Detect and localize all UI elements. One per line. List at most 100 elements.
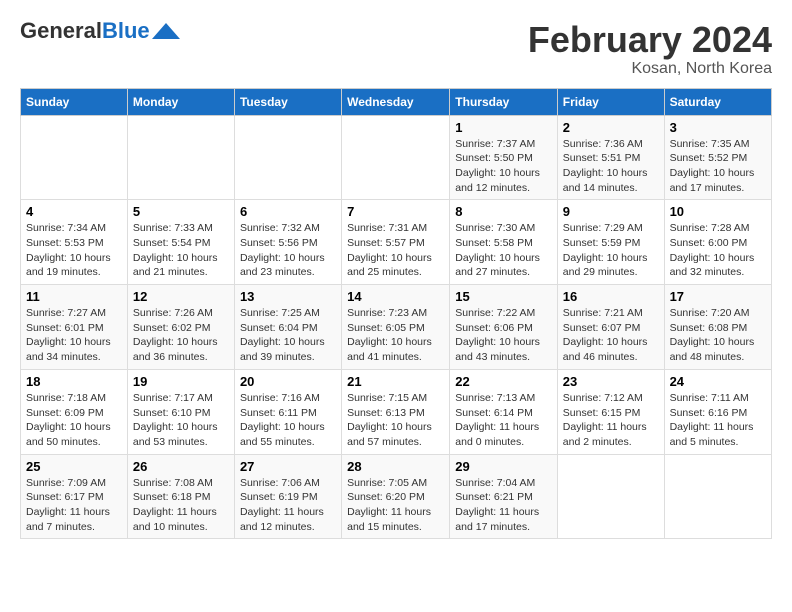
calendar-week-4: 25Sunrise: 7:09 AM Sunset: 6:17 PM Dayli…	[21, 454, 772, 539]
day-number: 26	[133, 459, 229, 474]
calendar-cell: 7 Sunrise: 7:31 AM Sunset: 5:57 PM Daylig…	[342, 200, 450, 285]
calendar-cell: 18 Sunrise: 7:18 AM Sunset: 6:09 PM Dayli…	[21, 369, 128, 454]
calendar-cell: 25Sunrise: 7:09 AM Sunset: 6:17 PM Dayli…	[21, 454, 128, 539]
day-number: 14	[347, 289, 444, 304]
page-header: GeneralBlue February 2024 Kosan, North K…	[20, 20, 772, 78]
calendar-cell: 28 Sunrise: 7:05 AM Sunset: 6:20 PM Dayli…	[342, 454, 450, 539]
day-number: 15	[455, 289, 552, 304]
calendar-cell: 11Sunrise: 7:27 AM Sunset: 6:01 PM Dayli…	[21, 285, 128, 370]
calendar-cell	[234, 115, 341, 200]
day-number: 20	[240, 374, 336, 389]
calendar-header-row: SundayMondayTuesdayWednesdayThursdayFrid…	[21, 88, 772, 115]
location-subtitle: Kosan, North Korea	[528, 60, 772, 78]
day-info: Sunrise: 7:36 AM Sunset: 5:51 PM Dayligh…	[563, 137, 659, 196]
day-number: 24	[670, 374, 766, 389]
day-number: 3	[670, 120, 766, 135]
calendar-cell	[21, 115, 128, 200]
calendar-cell: 20 Sunrise: 7:16 AM Sunset: 6:11 PM Dayli…	[234, 369, 341, 454]
day-number: 27	[240, 459, 336, 474]
day-info: Sunrise: 7:29 AM Sunset: 5:59 PM Dayligh…	[563, 221, 659, 280]
day-info: Sunrise: 7:12 AM Sunset: 6:15 PM Dayligh…	[563, 391, 659, 450]
day-info: Sunrise: 7:04 AM Sunset: 6:21 PM Dayligh…	[455, 476, 552, 535]
calendar-cell: 13 Sunrise: 7:25 AM Sunset: 6:04 PM Dayli…	[234, 285, 341, 370]
month-title-area: February 2024 Kosan, North Korea	[528, 20, 772, 78]
calendar-cell: 6 Sunrise: 7:32 AM Sunset: 5:56 PM Daylig…	[234, 200, 341, 285]
day-number: 29	[455, 459, 552, 474]
calendar-cell: 17 Sunrise: 7:20 AM Sunset: 6:08 PM Dayli…	[664, 285, 771, 370]
day-number: 2	[563, 120, 659, 135]
day-info: Sunrise: 7:35 AM Sunset: 5:52 PM Dayligh…	[670, 137, 766, 196]
day-number: 5	[133, 204, 229, 219]
day-number: 19	[133, 374, 229, 389]
calendar-cell: 2 Sunrise: 7:36 AM Sunset: 5:51 PM Daylig…	[557, 115, 664, 200]
calendar-cell	[127, 115, 234, 200]
calendar-cell: 22Sunrise: 7:13 AM Sunset: 6:14 PM Dayli…	[450, 369, 558, 454]
day-info: Sunrise: 7:15 AM Sunset: 6:13 PM Dayligh…	[347, 391, 444, 450]
logo-icon	[152, 23, 180, 39]
day-info: Sunrise: 7:31 AM Sunset: 5:57 PM Dayligh…	[347, 221, 444, 280]
day-info: Sunrise: 7:08 AM Sunset: 6:18 PM Dayligh…	[133, 476, 229, 535]
day-info: Sunrise: 7:32 AM Sunset: 5:56 PM Dayligh…	[240, 221, 336, 280]
day-info: Sunrise: 7:26 AM Sunset: 6:02 PM Dayligh…	[133, 306, 229, 365]
day-info: Sunrise: 7:13 AM Sunset: 6:14 PM Dayligh…	[455, 391, 552, 450]
calendar-header-wednesday: Wednesday	[342, 88, 450, 115]
calendar-cell: 1 Sunrise: 7:37 AM Sunset: 5:50 PM Daylig…	[450, 115, 558, 200]
calendar-cell: 8Sunrise: 7:30 AM Sunset: 5:58 PM Daylig…	[450, 200, 558, 285]
calendar-cell: 23 Sunrise: 7:12 AM Sunset: 6:15 PM Dayli…	[557, 369, 664, 454]
day-info: Sunrise: 7:17 AM Sunset: 6:10 PM Dayligh…	[133, 391, 229, 450]
day-info: Sunrise: 7:16 AM Sunset: 6:11 PM Dayligh…	[240, 391, 336, 450]
day-info: Sunrise: 7:11 AM Sunset: 6:16 PM Dayligh…	[670, 391, 766, 450]
day-info: Sunrise: 7:18 AM Sunset: 6:09 PM Dayligh…	[26, 391, 122, 450]
calendar-cell: 27Sunrise: 7:06 AM Sunset: 6:19 PM Dayli…	[234, 454, 341, 539]
day-number: 18	[26, 374, 122, 389]
day-info: Sunrise: 7:22 AM Sunset: 6:06 PM Dayligh…	[455, 306, 552, 365]
day-info: Sunrise: 7:27 AM Sunset: 6:01 PM Dayligh…	[26, 306, 122, 365]
day-info: Sunrise: 7:28 AM Sunset: 6:00 PM Dayligh…	[670, 221, 766, 280]
calendar-body: 1 Sunrise: 7:37 AM Sunset: 5:50 PM Daylig…	[21, 115, 772, 539]
calendar-cell: 21 Sunrise: 7:15 AM Sunset: 6:13 PM Dayli…	[342, 369, 450, 454]
calendar-header-saturday: Saturday	[664, 88, 771, 115]
calendar-cell: 26 Sunrise: 7:08 AM Sunset: 6:18 PM Dayli…	[127, 454, 234, 539]
day-number: 25	[26, 459, 122, 474]
day-info: Sunrise: 7:33 AM Sunset: 5:54 PM Dayligh…	[133, 221, 229, 280]
logo-text: GeneralBlue	[20, 20, 150, 42]
calendar-table: SundayMondayTuesdayWednesdayThursdayFrid…	[20, 88, 772, 540]
calendar-cell: 12Sunrise: 7:26 AM Sunset: 6:02 PM Dayli…	[127, 285, 234, 370]
day-number: 28	[347, 459, 444, 474]
day-number: 13	[240, 289, 336, 304]
calendar-header-friday: Friday	[557, 88, 664, 115]
day-number: 8	[455, 204, 552, 219]
day-number: 7	[347, 204, 444, 219]
day-number: 17	[670, 289, 766, 304]
calendar-header-thursday: Thursday	[450, 88, 558, 115]
calendar-week-3: 18 Sunrise: 7:18 AM Sunset: 6:09 PM Dayli…	[21, 369, 772, 454]
calendar-cell: 16Sunrise: 7:21 AM Sunset: 6:07 PM Dayli…	[557, 285, 664, 370]
calendar-header-monday: Monday	[127, 88, 234, 115]
calendar-cell	[664, 454, 771, 539]
calendar-header-tuesday: Tuesday	[234, 88, 341, 115]
day-number: 23	[563, 374, 659, 389]
calendar-cell: 15 Sunrise: 7:22 AM Sunset: 6:06 PM Dayli…	[450, 285, 558, 370]
day-info: Sunrise: 7:37 AM Sunset: 5:50 PM Dayligh…	[455, 137, 552, 196]
day-info: Sunrise: 7:34 AM Sunset: 5:53 PM Dayligh…	[26, 221, 122, 280]
day-number: 6	[240, 204, 336, 219]
calendar-cell: 14 Sunrise: 7:23 AM Sunset: 6:05 PM Dayli…	[342, 285, 450, 370]
day-info: Sunrise: 7:25 AM Sunset: 6:04 PM Dayligh…	[240, 306, 336, 365]
calendar-cell	[557, 454, 664, 539]
logo: GeneralBlue	[20, 20, 180, 42]
day-info: Sunrise: 7:05 AM Sunset: 6:20 PM Dayligh…	[347, 476, 444, 535]
calendar-cell	[342, 115, 450, 200]
calendar-cell: 19 Sunrise: 7:17 AM Sunset: 6:10 PM Dayli…	[127, 369, 234, 454]
day-number: 21	[347, 374, 444, 389]
day-number: 10	[670, 204, 766, 219]
calendar-cell: 4 Sunrise: 7:34 AM Sunset: 5:53 PM Daylig…	[21, 200, 128, 285]
day-info: Sunrise: 7:20 AM Sunset: 6:08 PM Dayligh…	[670, 306, 766, 365]
calendar-cell: 29 Sunrise: 7:04 AM Sunset: 6:21 PM Dayli…	[450, 454, 558, 539]
day-number: 4	[26, 204, 122, 219]
calendar-cell: 9 Sunrise: 7:29 AM Sunset: 5:59 PM Daylig…	[557, 200, 664, 285]
calendar-week-0: 1 Sunrise: 7:37 AM Sunset: 5:50 PM Daylig…	[21, 115, 772, 200]
day-number: 1	[455, 120, 552, 135]
day-info: Sunrise: 7:23 AM Sunset: 6:05 PM Dayligh…	[347, 306, 444, 365]
calendar-cell: 5 Sunrise: 7:33 AM Sunset: 5:54 PM Daylig…	[127, 200, 234, 285]
day-number: 9	[563, 204, 659, 219]
